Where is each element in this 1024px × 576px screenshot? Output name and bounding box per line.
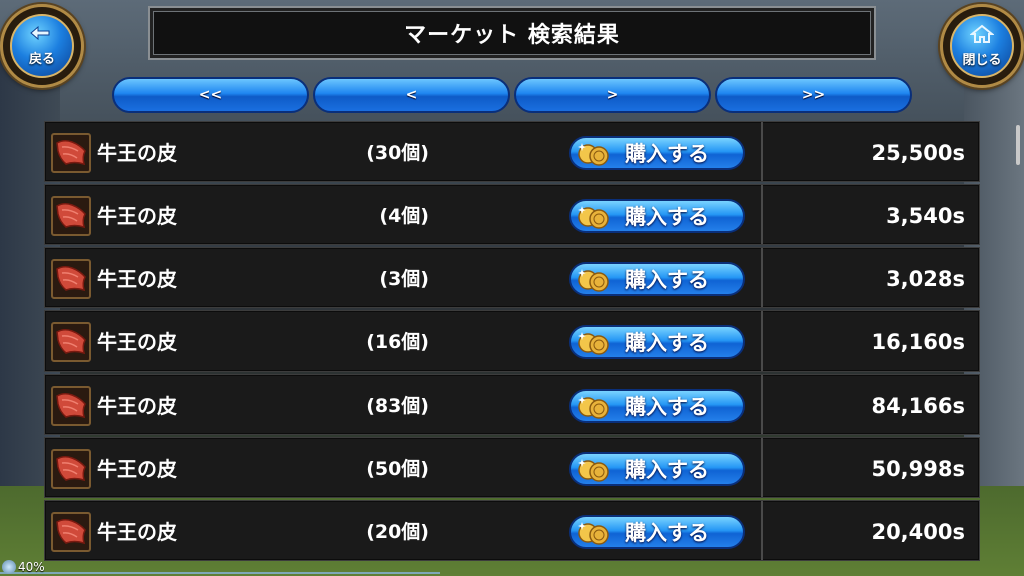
item-name: 牛王の皮 (97, 456, 177, 481)
row-divider (761, 122, 763, 182)
buy-button-label: 購入する (625, 520, 709, 545)
item-price: 25,500s (871, 141, 965, 165)
buy-button-label: 購入する (625, 457, 709, 482)
buy-button[interactable]: 購入する (569, 388, 745, 423)
prev-page-button[interactable]: < (313, 77, 510, 113)
item-price: 3,540s (886, 204, 965, 229)
buy-button[interactable]: 購入する (569, 514, 745, 549)
buy-button-label: 購入する (625, 331, 709, 356)
hide-icon (51, 322, 91, 363)
coin-icon (577, 519, 611, 545)
row-divider (761, 311, 763, 371)
scrollbar[interactable] (1016, 125, 1020, 165)
last-page-button[interactable]: >> (715, 77, 912, 113)
battery-level: 40% (18, 560, 45, 574)
next-page-button[interactable]: > (514, 77, 711, 113)
hide-icon (51, 448, 91, 489)
item-name: 牛王の皮 (97, 204, 177, 229)
title-bar: マーケット 検索結果 (148, 6, 876, 60)
list-item: 牛王の皮 (50個) 購入する 50,998s (44, 436, 980, 498)
page-title: マーケット 検索結果 (404, 23, 620, 48)
back-arrow-icon (29, 25, 55, 46)
list-item: 牛王の皮 (3個) 購入する 3,028s (44, 247, 980, 309)
item-quantity: (30個) (366, 142, 429, 164)
hide-icon (51, 133, 91, 173)
coin-icon (577, 266, 611, 293)
back-button-label: 戻る (28, 52, 55, 67)
close-button-face: 閉じる (950, 14, 1014, 78)
list-item: 牛王の皮 (20個) 購入する 20,400s (44, 499, 980, 561)
buy-button[interactable]: 購入する (569, 136, 745, 170)
progress-line (0, 572, 440, 574)
item-quantity: (16個) (366, 331, 429, 354)
buy-button[interactable]: 購入する (569, 325, 745, 360)
coin-icon (577, 203, 611, 229)
item-price: 20,400s (871, 519, 965, 544)
hide-icon (51, 385, 91, 426)
row-divider (761, 185, 763, 245)
buy-button-label: 購入する (625, 268, 709, 293)
buy-button[interactable]: 購入する (569, 451, 745, 486)
item-quantity: (3個) (379, 268, 429, 291)
list-item: 牛王の皮 (30個) 購入する 25,500s (44, 121, 980, 183)
row-divider (761, 374, 763, 434)
item-name: 牛王の皮 (97, 267, 177, 292)
battery-icon (2, 560, 16, 574)
coin-icon (577, 393, 611, 419)
item-price: 84,166s (871, 393, 965, 418)
result-list: 牛王の皮 (30個) 購入する 25,500s 牛王の皮 (4個) 購入する 3… (44, 121, 980, 561)
item-price: 16,160s (871, 330, 965, 355)
list-item: 牛王の皮 (4個) 購入する 3,540s (44, 184, 980, 246)
item-price: 50,998s (871, 456, 965, 481)
buy-button-label: 購入する (625, 394, 709, 419)
coin-icon (577, 329, 611, 356)
item-quantity: (20個) (366, 520, 429, 543)
list-item: 牛王の皮 (83個) 購入する 84,166s (44, 373, 980, 435)
item-price: 3,028s (886, 267, 965, 292)
item-quantity: (83個) (366, 394, 429, 417)
hide-icon (51, 511, 91, 552)
row-divider (761, 500, 763, 560)
back-button[interactable]: 戻る (0, 4, 84, 88)
back-button-face: 戻る (10, 14, 74, 78)
item-name: 牛王の皮 (97, 393, 177, 418)
item-name: 牛王の皮 (97, 519, 177, 544)
row-divider (761, 437, 763, 497)
hide-icon (51, 196, 91, 237)
item-name: 牛王の皮 (97, 141, 177, 165)
item-quantity: (4個) (379, 205, 429, 228)
item-quantity: (50個) (366, 457, 429, 480)
buy-button-label: 購入する (625, 142, 709, 166)
home-icon (969, 24, 995, 47)
close-button[interactable]: 閉じる (940, 4, 1024, 88)
pagination: << < > >> (112, 77, 912, 113)
coin-icon (577, 456, 611, 482)
buy-button[interactable]: 購入する (569, 199, 745, 234)
hide-icon (51, 259, 91, 300)
list-item: 牛王の皮 (16個) 購入する 16,160s (44, 310, 980, 372)
first-page-button[interactable]: << (112, 77, 309, 113)
item-name: 牛王の皮 (97, 330, 177, 355)
buy-button-label: 購入する (625, 205, 709, 230)
coin-icon (577, 140, 611, 166)
close-button-label: 閉じる (962, 53, 1002, 68)
status-bar: 40% (2, 558, 45, 576)
row-divider (761, 248, 763, 308)
buy-button[interactable]: 購入する (569, 262, 745, 297)
